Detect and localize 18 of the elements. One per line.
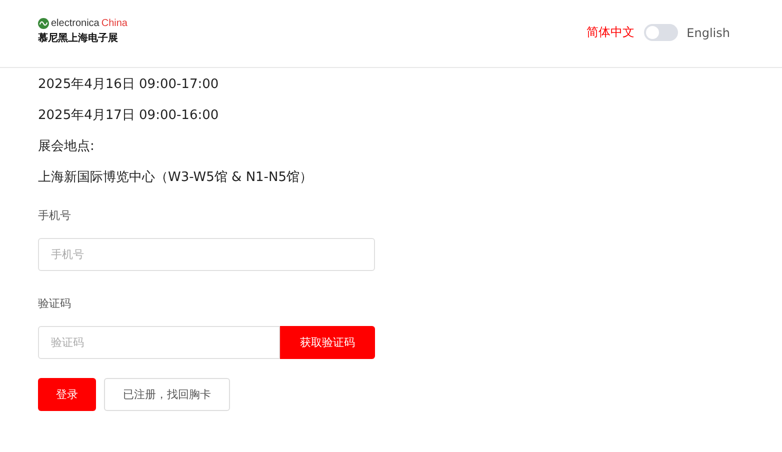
- info-text: 2025年4月17日 09:00-16:00: [38, 107, 219, 124]
- get-code-button[interactable]: 获取验证码: [280, 326, 375, 359]
- info-text: 上海新国际博览中心（W3-W5馆 & N1-N5馆）: [38, 169, 312, 186]
- logo-brand-accent: China: [101, 18, 128, 29]
- language-option[interactable]: 简体中文: [586, 24, 635, 41]
- logo-brand: electronica: [51, 18, 100, 29]
- logo-subtitle: 慕尼黑上海电子展: [38, 32, 119, 45]
- field-label: 验证码: [38, 296, 71, 311]
- field-label: 手机号: [38, 208, 71, 223]
- language-toggle[interactable]: [644, 24, 678, 41]
- info-text: 展会地点:: [38, 138, 94, 155]
- language-option[interactable]: English: [686, 26, 730, 40]
- login-button[interactable]: 登录: [38, 378, 96, 411]
- code-input[interactable]: 验证码: [38, 326, 280, 359]
- logo-icon: [38, 18, 49, 29]
- info-text: 2025年4月16日 09:00-17:00: [38, 76, 219, 93]
- phone-input[interactable]: 手机号: [38, 238, 375, 271]
- retrieve-badge-button[interactable]: 已注册，找回胸卡: [104, 378, 230, 411]
